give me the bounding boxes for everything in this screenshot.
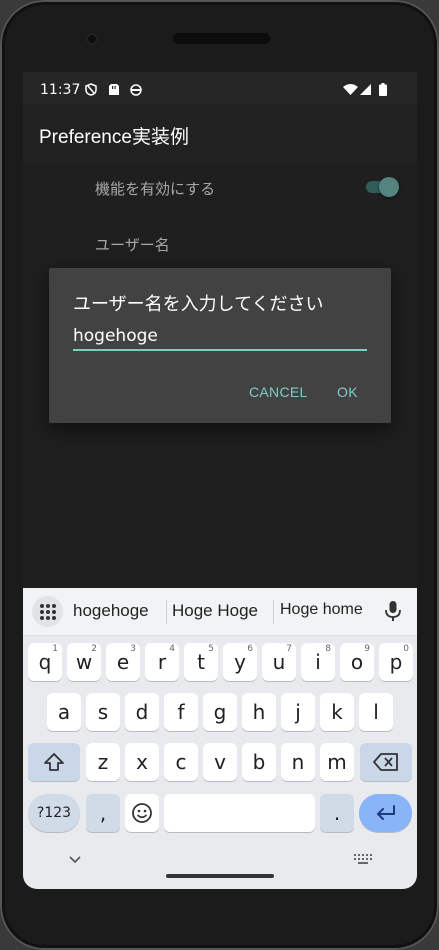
backspace-key[interactable] xyxy=(360,743,412,781)
key-number-hint: 0 xyxy=(403,644,409,654)
key-u[interactable]: u7 xyxy=(262,643,296,681)
battery-icon xyxy=(379,83,387,96)
key-s[interactable]: s xyxy=(86,693,120,731)
navigation-bar xyxy=(23,843,417,889)
key-g[interactable]: g xyxy=(203,693,237,731)
username-dialog: ユーザー名を入力してください CANCEL OK xyxy=(49,268,391,423)
suggestion-3[interactable]: Hoge home xyxy=(280,601,363,619)
key-c[interactable]: c xyxy=(164,743,198,781)
suggestion-2[interactable]: Hoge Hoge xyxy=(172,601,258,621)
key-z[interactable]: z xyxy=(86,743,120,781)
key-number-hint: 3 xyxy=(130,644,136,654)
cancel-button[interactable]: CANCEL xyxy=(249,384,308,400)
key-label: w xyxy=(75,650,93,674)
emoji-icon xyxy=(132,803,152,823)
status-time: 11:37 xyxy=(40,82,81,98)
android-icon xyxy=(130,84,142,96)
key-label: q xyxy=(38,650,52,674)
key-a[interactable]: a xyxy=(47,693,81,731)
key-i[interactable]: i8 xyxy=(301,643,335,681)
screen: 11:37 Preference実装例 機能を有効にする ユーザー名 ユーザー名… xyxy=(23,72,417,889)
key-number-hint: 2 xyxy=(91,644,97,654)
app-title: Preference実装例 xyxy=(39,127,189,148)
username-input[interactable] xyxy=(73,323,367,351)
signal-icon xyxy=(360,84,371,95)
key-f[interactable]: f xyxy=(164,693,198,731)
apps-grid-icon[interactable] xyxy=(32,596,63,627)
key-d[interactable]: d xyxy=(125,693,159,731)
soft-keyboard: hogehoge Hoge Hoge Hoge home q1w2e3r4t5y… xyxy=(23,588,417,889)
mic-icon[interactable] xyxy=(383,600,403,622)
symbols-key[interactable]: ?123 xyxy=(28,794,80,832)
key-q[interactable]: q1 xyxy=(28,643,62,681)
home-gesture-bar[interactable] xyxy=(166,874,274,878)
suggestion-divider xyxy=(273,600,274,624)
status-bar: 11:37 xyxy=(23,72,417,108)
enter-key[interactable] xyxy=(359,794,412,832)
key-label: u xyxy=(272,650,286,674)
period-key[interactable]: . xyxy=(320,794,354,832)
suggestion-1[interactable]: hogehoge xyxy=(73,601,149,621)
key-label: t xyxy=(197,650,205,674)
key-e[interactable]: e3 xyxy=(106,643,140,681)
key-t[interactable]: t5 xyxy=(184,643,218,681)
key-b[interactable]: b xyxy=(242,743,276,781)
sim-icon xyxy=(109,84,119,95)
front-camera xyxy=(86,33,98,45)
key-label: p xyxy=(389,650,403,674)
key-j[interactable]: j xyxy=(281,693,315,731)
key-w[interactable]: w2 xyxy=(67,643,101,681)
shift-key[interactable] xyxy=(28,743,80,781)
key-l[interactable]: l xyxy=(359,693,393,731)
key-o[interactable]: o9 xyxy=(340,643,374,681)
space-key[interactable] xyxy=(164,794,315,832)
shift-icon xyxy=(44,753,64,771)
key-m[interactable]: m xyxy=(320,743,354,781)
app-bar: Preference実装例 xyxy=(23,104,417,162)
comma-key[interactable]: , xyxy=(86,794,120,832)
key-y[interactable]: y6 xyxy=(223,643,257,681)
emoji-key[interactable] xyxy=(125,794,159,832)
key-v[interactable]: v xyxy=(203,743,237,781)
key-h[interactable]: h xyxy=(242,693,276,731)
suggestion-divider xyxy=(166,600,167,624)
key-n[interactable]: n xyxy=(281,743,315,781)
suggestion-strip: hogehoge Hoge Hoge Hoge home xyxy=(23,588,417,636)
key-label: y xyxy=(234,650,246,674)
key-k[interactable]: k xyxy=(320,693,354,731)
dialog-title: ユーザー名を入力してください xyxy=(73,294,324,315)
key-p[interactable]: p0 xyxy=(379,643,413,681)
key-number-hint: 5 xyxy=(208,644,214,654)
keyboard-hide-icon[interactable] xyxy=(69,856,81,864)
key-number-hint: 7 xyxy=(286,644,292,654)
key-number-hint: 1 xyxy=(52,644,58,654)
ok-button[interactable]: OK xyxy=(337,384,358,400)
key-r[interactable]: r4 xyxy=(145,643,179,681)
keyboard-switch-icon[interactable] xyxy=(354,854,372,866)
key-label: o xyxy=(350,650,364,674)
key-label: i xyxy=(315,650,321,674)
enter-icon xyxy=(376,805,395,820)
key-label: e xyxy=(116,650,130,674)
key-number-hint: 4 xyxy=(169,644,175,654)
key-number-hint: 9 xyxy=(364,644,370,654)
wifi-icon xyxy=(343,84,358,95)
backspace-icon xyxy=(373,753,398,771)
device-frame: 11:37 Preference実装例 機能を有効にする ユーザー名 ユーザー名… xyxy=(0,0,439,950)
dnd-icon xyxy=(85,83,97,96)
earpiece-speaker xyxy=(173,33,270,44)
key-number-hint: 6 xyxy=(247,644,253,654)
key-x[interactable]: x xyxy=(125,743,159,781)
key-number-hint: 8 xyxy=(325,644,331,654)
key-label: r xyxy=(157,650,167,674)
